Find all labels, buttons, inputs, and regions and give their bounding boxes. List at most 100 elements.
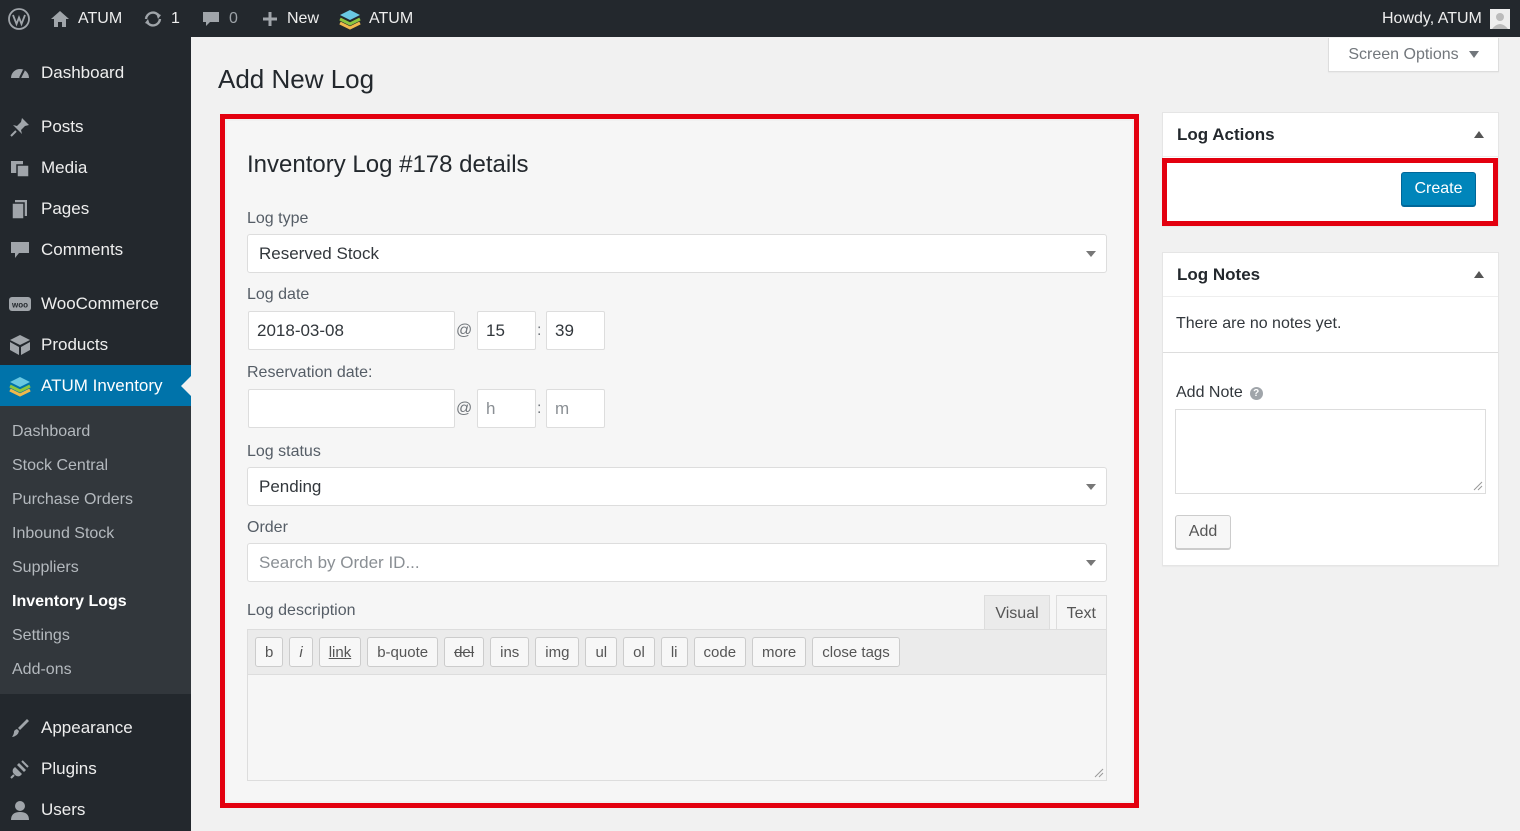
- sidebar-item-label: Media: [41, 157, 88, 177]
- add-note-button[interactable]: Add: [1175, 515, 1231, 549]
- collapse-arrow-icon[interactable]: [1474, 271, 1484, 278]
- dropdown-caret-icon: [1086, 251, 1096, 257]
- my-account-link[interactable]: Howdy, ATUM: [1382, 0, 1510, 37]
- resize-handle-icon[interactable]: [1094, 768, 1104, 778]
- log-hour-input[interactable]: 15: [477, 311, 536, 350]
- wordpress-logo-icon[interactable]: [8, 0, 30, 37]
- submenu-item-stock-central[interactable]: Stock Central: [12, 457, 108, 475]
- sidebar-item-label: Products: [41, 334, 109, 354]
- sidebar-item-label: ATUM Inventory: [41, 375, 163, 395]
- log-minute-input[interactable]: 39: [546, 311, 605, 350]
- sidebar-item-plugins[interactable]: Plugins: [0, 748, 191, 789]
- create-button[interactable]: Create: [1401, 172, 1476, 206]
- updates-link[interactable]: 1: [143, 0, 180, 37]
- admin-bar: ATUM 1 0 New ATUM Howdy, ATUM: [0, 0, 1520, 37]
- sidebar-item-posts[interactable]: Posts: [0, 106, 191, 147]
- sidebar-item-label: WooCommerce: [41, 293, 159, 313]
- sidebar-item-appearance[interactable]: Appearance: [0, 707, 191, 748]
- media-icon: [11, 160, 30, 178]
- qt-blockquote-button[interactable]: b-quote: [367, 637, 439, 667]
- qt-more-button[interactable]: more: [752, 637, 807, 667]
- qt-italic-button[interactable]: i: [289, 637, 313, 667]
- colon-separator: :: [537, 400, 542, 417]
- sidebar-item-label: Posts: [41, 116, 84, 136]
- reservation-minute-input[interactable]: m: [546, 389, 605, 428]
- woo-icon: woo: [9, 296, 31, 311]
- log-hour-value: 15: [486, 320, 505, 340]
- help-icon[interactable]: ?: [1249, 386, 1263, 400]
- order-label: Order: [247, 519, 288, 536]
- page-title: Add New Log: [218, 64, 375, 94]
- howdy-text: Howdy, ATUM: [1382, 10, 1482, 27]
- submenu-item-purchase-orders[interactable]: Purchase Orders: [12, 491, 133, 509]
- reservation-hour-input[interactable]: h: [477, 389, 536, 428]
- sidebar-item-users[interactable]: Users: [0, 789, 191, 830]
- comment-icon: [203, 11, 219, 26]
- avatar: [1489, 8, 1510, 29]
- comments-link[interactable]: 0: [201, 0, 238, 37]
- sidebar-item-dashboard[interactable]: Dashboard: [0, 52, 191, 93]
- sidebar-item-products[interactable]: Products: [0, 324, 191, 365]
- log-details-panel: Inventory Log #178 details Log type Rese…: [227, 121, 1132, 801]
- sidebar-item-woocommerce[interactable]: woo WooCommerce: [0, 283, 191, 324]
- reservation-date-label: Reservation date:: [247, 364, 373, 381]
- sidebar-item-label: Users: [41, 799, 86, 819]
- log-status-label: Log status: [247, 443, 321, 460]
- screen-options-button[interactable]: Screen Options: [1328, 38, 1499, 72]
- add-note-label-text: Add Note: [1176, 384, 1243, 401]
- divider: [1163, 352, 1498, 353]
- sidebar-item-atum-inventory[interactable]: ATUM Inventory: [0, 365, 191, 406]
- sidebar-item-media[interactable]: Media: [0, 147, 191, 188]
- sidebar-item-comments[interactable]: Comments: [0, 229, 191, 270]
- submenu-item-inventory-logs[interactable]: Inventory Logs: [12, 593, 127, 611]
- log-minute-value: 39: [555, 320, 574, 340]
- log-notes-header[interactable]: Log Notes: [1163, 253, 1498, 297]
- tab-text[interactable]: Text: [1055, 595, 1107, 631]
- log-notes-title: Log Notes: [1177, 264, 1261, 284]
- log-type-select[interactable]: Reserved Stock: [247, 234, 1107, 273]
- submenu-item-dashboard[interactable]: Dashboard: [12, 423, 90, 441]
- pin-icon: [10, 117, 29, 137]
- add-note-textarea[interactable]: [1175, 409, 1486, 494]
- log-notes-box: Log Notes There are no notes yet. Add No…: [1162, 252, 1499, 566]
- log-actions-header[interactable]: Log Actions: [1163, 113, 1498, 157]
- order-search-select[interactable]: Search by Order ID...: [247, 543, 1107, 582]
- atum-menu-link[interactable]: ATUM: [339, 0, 413, 37]
- brush-icon: [12, 718, 29, 737]
- log-date-value: 2018-03-08: [257, 320, 344, 340]
- log-actions-title: Log Actions: [1177, 124, 1275, 144]
- caret-down-icon: [1468, 51, 1479, 58]
- log-actions-box: Log Actions: [1162, 112, 1499, 226]
- submenu-item-inbound-stock[interactable]: Inbound Stock: [12, 525, 114, 543]
- qt-ins-button[interactable]: ins: [490, 637, 530, 667]
- qt-link-button[interactable]: link: [318, 637, 362, 667]
- qt-bold-button[interactable]: b: [255, 637, 284, 667]
- submenu-item-settings[interactable]: Settings: [12, 627, 70, 645]
- atum-icon: [9, 376, 31, 397]
- sidebar-item-pages[interactable]: Pages: [0, 188, 191, 229]
- qt-li-button[interactable]: li: [660, 637, 688, 667]
- qt-img-button[interactable]: img: [535, 637, 580, 667]
- comment-icon: [11, 241, 29, 258]
- user-icon: [11, 800, 29, 820]
- log-date-label: Log date: [247, 286, 310, 303]
- log-status-select[interactable]: Pending: [247, 467, 1107, 506]
- qt-del-button[interactable]: del: [444, 637, 485, 667]
- reservation-date-input[interactable]: [248, 389, 455, 428]
- resize-handle-icon[interactable]: [1473, 481, 1483, 491]
- qt-ol-button[interactable]: ol: [623, 637, 655, 667]
- submenu-item-add-ons[interactable]: Add-ons: [12, 661, 72, 679]
- new-content-link[interactable]: New: [261, 0, 319, 37]
- site-name-link[interactable]: ATUM: [50, 0, 122, 37]
- qt-close-tags-button[interactable]: close tags: [812, 637, 900, 667]
- tab-visual[interactable]: Visual: [984, 595, 1050, 631]
- log-type-value: Reserved Stock: [259, 243, 379, 263]
- collapse-arrow-icon[interactable]: [1474, 131, 1484, 138]
- comments-count: 0: [229, 10, 238, 27]
- qt-code-button[interactable]: code: [693, 637, 747, 667]
- log-date-input[interactable]: 2018-03-08: [248, 311, 455, 350]
- qt-ul-button[interactable]: ul: [585, 637, 618, 667]
- sidebar-item-label: Comments: [41, 239, 124, 259]
- log-description-textarea[interactable]: [247, 674, 1107, 781]
- submenu-item-suppliers[interactable]: Suppliers: [12, 559, 79, 577]
